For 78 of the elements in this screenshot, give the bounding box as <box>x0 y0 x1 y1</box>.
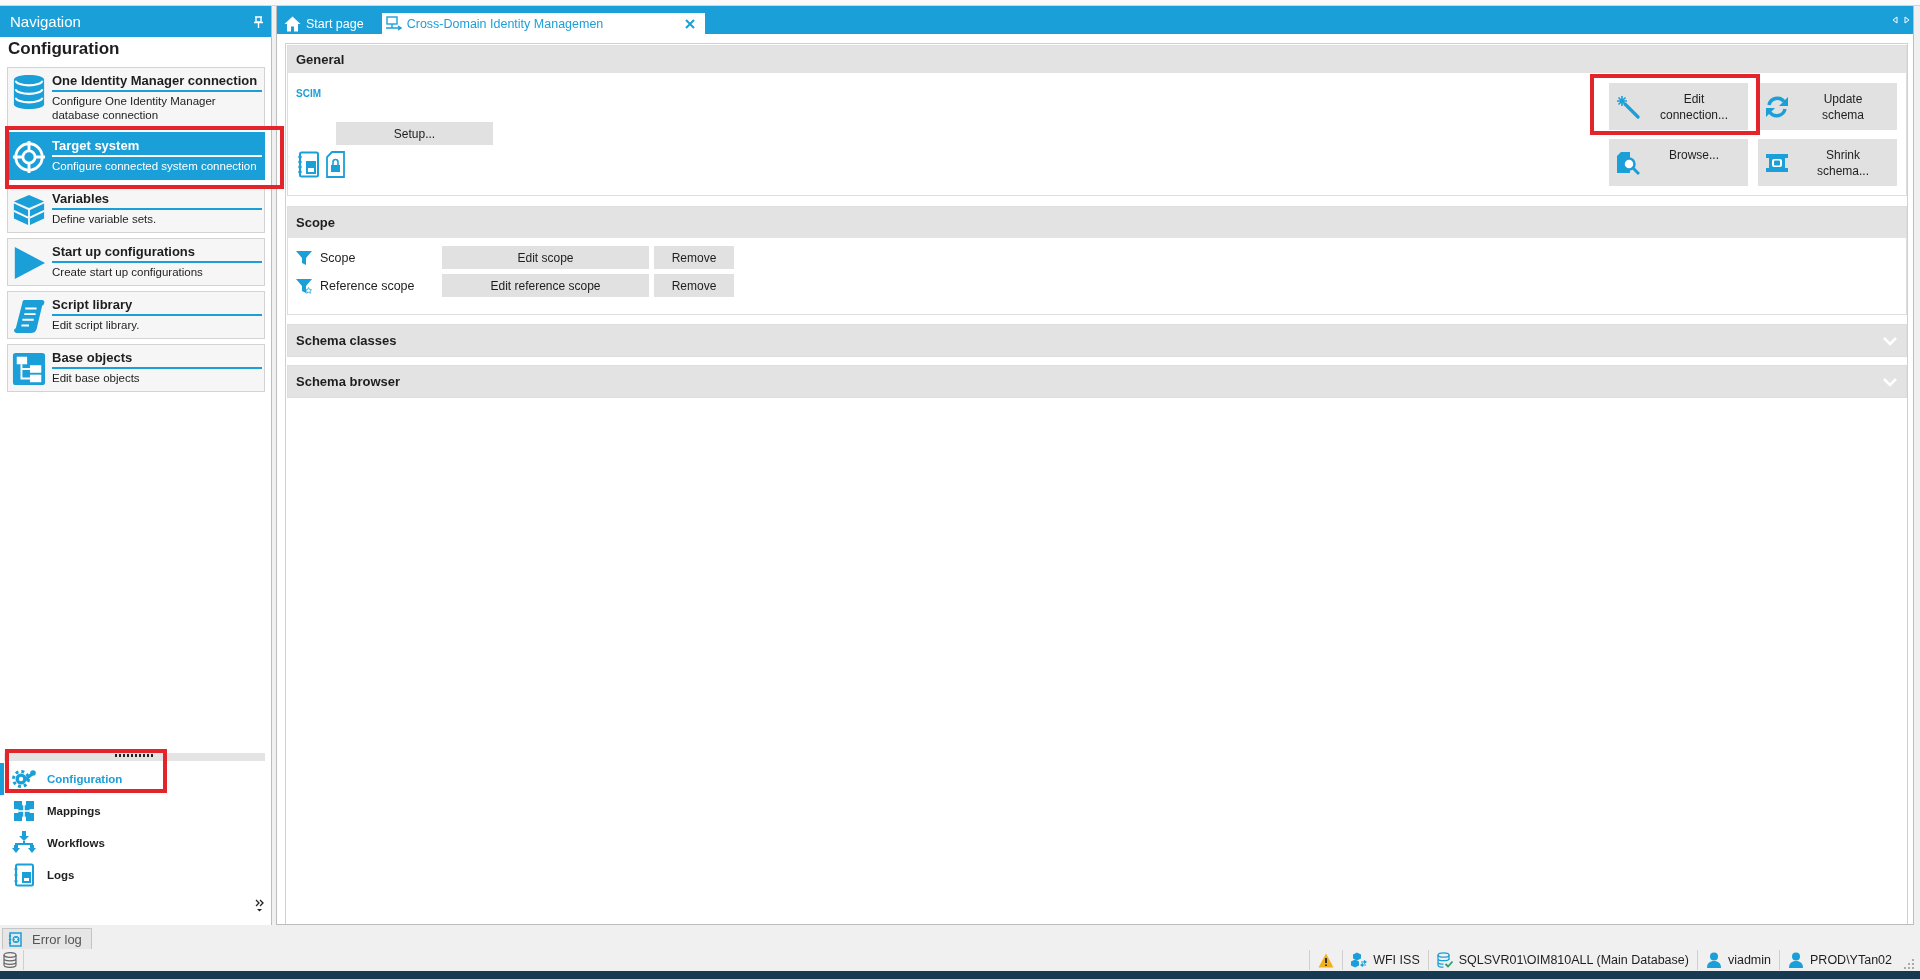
update-schema-button[interactable]: Update schema <box>1758 83 1897 130</box>
splitter[interactable] <box>4 753 265 761</box>
panel-header[interactable]: Schema browser <box>287 365 1907 398</box>
remove-button[interactable]: Remove <box>654 246 734 269</box>
cubes-icon <box>1351 952 1368 968</box>
status-text: SQLSVR01\OIM810ALL (Main Database) <box>1458 953 1689 967</box>
scope-label: Scope <box>320 250 356 265</box>
close-icon[interactable] <box>684 18 695 29</box>
scroll-icon <box>12 298 46 334</box>
cube-icon <box>12 192 46 228</box>
gear-wrench-icon <box>12 767 36 791</box>
panel-header[interactable]: Schema classes <box>287 324 1907 357</box>
section-header: General <box>288 46 1906 73</box>
edit-connection-button[interactable]: Edit connection... <box>1609 83 1748 130</box>
user-icon <box>1788 952 1804 968</box>
chevron-icon <box>1882 376 1898 387</box>
nav-card[interactable]: Start up configurations Create start up configurations <box>7 238 265 286</box>
workflow-icon <box>12 831 36 855</box>
database-icon <box>12 74 46 110</box>
hierarchy-icon <box>12 351 46 387</box>
scroll-left-icon[interactable] <box>1892 16 1898 24</box>
section-item[interactable]: Mappings <box>0 795 105 827</box>
pin-icon[interactable] <box>254 15 263 28</box>
home-icon <box>284 15 301 32</box>
error-log-icon <box>8 931 22 947</box>
target-icon <box>12 139 46 175</box>
notebook-icon <box>12 863 36 887</box>
refresh-icon <box>1765 94 1789 119</box>
user-icon <box>1705 952 1722 968</box>
resize-grip-icon[interactable] <box>1904 959 1914 969</box>
notebook-icon[interactable] <box>296 151 320 178</box>
nav-card[interactable]: Script library Edit script library. <box>7 291 265 339</box>
edit-scope-button[interactable]: Edit reference scope <box>442 274 649 297</box>
status-text: viadmin <box>1727 953 1771 967</box>
scope-label: Reference scope <box>320 278 415 293</box>
nav-card[interactable]: One Identity Manager connection Configure One Identity Manager database connection <box>7 67 265 127</box>
nav-card[interactable]: Base objects Edit base objects <box>7 344 265 392</box>
panel-title: Navigation <box>10 13 81 30</box>
database-check-icon <box>1436 952 1453 968</box>
error-log-tab[interactable]: Error log <box>2 928 92 949</box>
network-icon <box>384 15 402 32</box>
card-title: Target system <box>52 137 262 157</box>
card-title: Base objects <box>52 349 262 369</box>
filter-icon <box>296 249 312 266</box>
puzzle-icon <box>12 799 36 823</box>
browse-button[interactable]: Browse... <box>1609 139 1748 186</box>
card-description: Edit script library. <box>52 318 141 332</box>
shrink-schema-button[interactable]: Shrink schema... <box>1758 139 1897 186</box>
scim-logo: SCIM <box>296 87 321 101</box>
status-text: PROD\YTan02 <box>1810 953 1892 967</box>
database-icon[interactable] <box>3 952 17 968</box>
card-title: Variables <box>52 190 262 210</box>
card-description: Configure One Identity Manager database connection <box>52 94 217 122</box>
section-header: Scope <box>288 207 1906 238</box>
status-text: WFI ISS <box>1373 953 1420 967</box>
card-description: Configure connected system connection <box>52 159 258 173</box>
search-document-icon <box>1616 150 1640 175</box>
grip-icon <box>115 754 153 757</box>
navigation-heading: Configuration <box>8 39 120 59</box>
section-item[interactable]: Logs <box>0 859 79 891</box>
card-description: Define variable sets. <box>52 212 158 226</box>
card-description: Create start up configurations <box>52 265 204 279</box>
scroll-right-icon[interactable] <box>1904 16 1910 24</box>
locked-document-icon[interactable] <box>326 151 345 178</box>
card-title: One Identity Manager connection <box>52 72 262 92</box>
chevron-icon <box>1882 335 1898 346</box>
card-title: Script library <box>52 296 262 316</box>
filter-star-icon <box>296 277 312 294</box>
warning-icon[interactable] <box>1318 952 1335 968</box>
remove-button[interactable]: Remove <box>654 274 734 297</box>
card-title: Start up configurations <box>52 243 262 263</box>
edit-scope-button[interactable]: Edit scope <box>442 246 649 269</box>
card-description: Edit base objects <box>52 371 141 385</box>
setup-button[interactable]: Setup... <box>336 122 493 145</box>
double-chevron-icon[interactable] <box>255 899 264 912</box>
section-item[interactable]: Workflows <box>0 827 109 859</box>
magic-wand-icon <box>1616 94 1640 119</box>
play-icon <box>12 245 46 281</box>
